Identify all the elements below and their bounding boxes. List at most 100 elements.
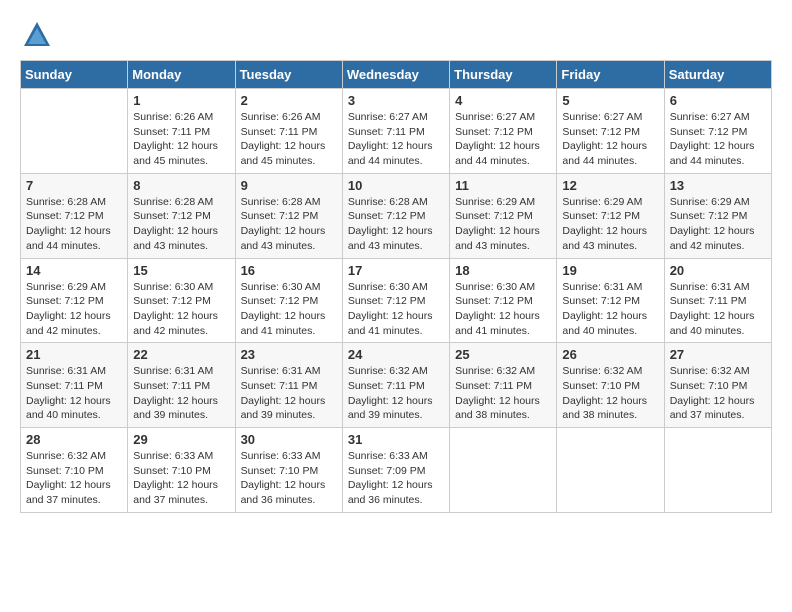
sunset-text: Sunset: 7:12 PM <box>241 210 319 222</box>
sunrise-text: Sunrise: 6:26 AM <box>133 111 213 123</box>
sunset-text: Sunset: 7:12 PM <box>455 126 533 138</box>
daylight-text: Daylight: 12 hours and 44 minutes. <box>455 140 540 167</box>
day-number: 7 <box>26 178 122 193</box>
calendar-cell: 20 Sunrise: 6:31 AM Sunset: 7:11 PM Dayl… <box>664 258 771 343</box>
sunrise-text: Sunrise: 6:32 AM <box>670 365 750 377</box>
calendar-cell: 12 Sunrise: 6:29 AM Sunset: 7:12 PM Dayl… <box>557 173 664 258</box>
calendar-cell: 1 Sunrise: 6:26 AM Sunset: 7:11 PM Dayli… <box>128 89 235 174</box>
calendar-cell: 6 Sunrise: 6:27 AM Sunset: 7:12 PM Dayli… <box>664 89 771 174</box>
sunset-text: Sunset: 7:12 PM <box>455 295 533 307</box>
day-number: 30 <box>241 432 337 447</box>
calendar-cell: 21 Sunrise: 6:31 AM Sunset: 7:11 PM Dayl… <box>21 343 128 428</box>
cell-info: Sunrise: 6:26 AM Sunset: 7:11 PM Dayligh… <box>241 110 337 169</box>
calendar-cell: 26 Sunrise: 6:32 AM Sunset: 7:10 PM Dayl… <box>557 343 664 428</box>
day-number: 20 <box>670 263 766 278</box>
daylight-text: Daylight: 12 hours and 43 minutes. <box>562 225 647 252</box>
day-number: 29 <box>133 432 229 447</box>
sunrise-text: Sunrise: 6:30 AM <box>348 281 428 293</box>
daylight-text: Daylight: 12 hours and 37 minutes. <box>670 395 755 422</box>
sunrise-text: Sunrise: 6:30 AM <box>241 281 321 293</box>
sunset-text: Sunset: 7:12 PM <box>133 295 211 307</box>
calendar-cell <box>557 428 664 513</box>
calendar-cell: 31 Sunrise: 6:33 AM Sunset: 7:09 PM Dayl… <box>342 428 449 513</box>
calendar-cell: 15 Sunrise: 6:30 AM Sunset: 7:12 PM Dayl… <box>128 258 235 343</box>
calendar-cell: 13 Sunrise: 6:29 AM Sunset: 7:12 PM Dayl… <box>664 173 771 258</box>
day-number: 19 <box>562 263 658 278</box>
daylight-text: Daylight: 12 hours and 42 minutes. <box>133 310 218 337</box>
day-number: 1 <box>133 93 229 108</box>
header-day: Sunday <box>21 61 128 89</box>
calendar-cell: 11 Sunrise: 6:29 AM Sunset: 7:12 PM Dayl… <box>450 173 557 258</box>
day-number: 14 <box>26 263 122 278</box>
sunrise-text: Sunrise: 6:33 AM <box>133 450 213 462</box>
daylight-text: Daylight: 12 hours and 43 minutes. <box>348 225 433 252</box>
calendar-cell: 8 Sunrise: 6:28 AM Sunset: 7:12 PM Dayli… <box>128 173 235 258</box>
sunset-text: Sunset: 7:09 PM <box>348 465 426 477</box>
sunrise-text: Sunrise: 6:32 AM <box>455 365 535 377</box>
sunrise-text: Sunrise: 6:31 AM <box>133 365 213 377</box>
cell-info: Sunrise: 6:27 AM Sunset: 7:12 PM Dayligh… <box>562 110 658 169</box>
calendar-cell: 23 Sunrise: 6:31 AM Sunset: 7:11 PM Dayl… <box>235 343 342 428</box>
cell-info: Sunrise: 6:31 AM Sunset: 7:11 PM Dayligh… <box>241 364 337 423</box>
cell-info: Sunrise: 6:32 AM Sunset: 7:10 PM Dayligh… <box>562 364 658 423</box>
daylight-text: Daylight: 12 hours and 44 minutes. <box>562 140 647 167</box>
sunrise-text: Sunrise: 6:29 AM <box>562 196 642 208</box>
day-number: 31 <box>348 432 444 447</box>
sunset-text: Sunset: 7:10 PM <box>26 465 104 477</box>
day-number: 27 <box>670 347 766 362</box>
daylight-text: Daylight: 12 hours and 37 minutes. <box>133 479 218 506</box>
calendar-cell <box>21 89 128 174</box>
calendar-week-row: 21 Sunrise: 6:31 AM Sunset: 7:11 PM Dayl… <box>21 343 772 428</box>
cell-info: Sunrise: 6:26 AM Sunset: 7:11 PM Dayligh… <box>133 110 229 169</box>
calendar-cell: 5 Sunrise: 6:27 AM Sunset: 7:12 PM Dayli… <box>557 89 664 174</box>
sunrise-text: Sunrise: 6:30 AM <box>455 281 535 293</box>
sunrise-text: Sunrise: 6:30 AM <box>133 281 213 293</box>
cell-info: Sunrise: 6:28 AM Sunset: 7:12 PM Dayligh… <box>133 195 229 254</box>
sunset-text: Sunset: 7:12 PM <box>241 295 319 307</box>
calendar-cell: 3 Sunrise: 6:27 AM Sunset: 7:11 PM Dayli… <box>342 89 449 174</box>
daylight-text: Daylight: 12 hours and 41 minutes. <box>348 310 433 337</box>
sunset-text: Sunset: 7:11 PM <box>241 126 318 138</box>
calendar-cell: 18 Sunrise: 6:30 AM Sunset: 7:12 PM Dayl… <box>450 258 557 343</box>
day-number: 22 <box>133 347 229 362</box>
sunrise-text: Sunrise: 6:29 AM <box>26 281 106 293</box>
sunset-text: Sunset: 7:11 PM <box>26 380 103 392</box>
daylight-text: Daylight: 12 hours and 40 minutes. <box>26 395 111 422</box>
calendar-cell: 27 Sunrise: 6:32 AM Sunset: 7:10 PM Dayl… <box>664 343 771 428</box>
daylight-text: Daylight: 12 hours and 39 minutes. <box>241 395 326 422</box>
daylight-text: Daylight: 12 hours and 36 minutes. <box>348 479 433 506</box>
sunrise-text: Sunrise: 6:28 AM <box>241 196 321 208</box>
daylight-text: Daylight: 12 hours and 45 minutes. <box>241 140 326 167</box>
sunrise-text: Sunrise: 6:28 AM <box>133 196 213 208</box>
cell-info: Sunrise: 6:32 AM Sunset: 7:10 PM Dayligh… <box>670 364 766 423</box>
sunset-text: Sunset: 7:12 PM <box>348 295 426 307</box>
daylight-text: Daylight: 12 hours and 41 minutes. <box>241 310 326 337</box>
day-number: 28 <box>26 432 122 447</box>
daylight-text: Daylight: 12 hours and 42 minutes. <box>670 225 755 252</box>
cell-info: Sunrise: 6:28 AM Sunset: 7:12 PM Dayligh… <box>348 195 444 254</box>
cell-info: Sunrise: 6:33 AM Sunset: 7:10 PM Dayligh… <box>133 449 229 508</box>
header-day: Tuesday <box>235 61 342 89</box>
daylight-text: Daylight: 12 hours and 43 minutes. <box>455 225 540 252</box>
calendar-cell: 2 Sunrise: 6:26 AM Sunset: 7:11 PM Dayli… <box>235 89 342 174</box>
sunrise-text: Sunrise: 6:31 AM <box>26 365 106 377</box>
logo-icon <box>22 20 52 50</box>
day-number: 21 <box>26 347 122 362</box>
sunset-text: Sunset: 7:11 PM <box>133 126 210 138</box>
daylight-text: Daylight: 12 hours and 43 minutes. <box>241 225 326 252</box>
daylight-text: Daylight: 12 hours and 39 minutes. <box>133 395 218 422</box>
cell-info: Sunrise: 6:31 AM Sunset: 7:12 PM Dayligh… <box>562 280 658 339</box>
cell-info: Sunrise: 6:27 AM Sunset: 7:11 PM Dayligh… <box>348 110 444 169</box>
daylight-text: Daylight: 12 hours and 40 minutes. <box>670 310 755 337</box>
sunrise-text: Sunrise: 6:28 AM <box>348 196 428 208</box>
calendar-cell: 4 Sunrise: 6:27 AM Sunset: 7:12 PM Dayli… <box>450 89 557 174</box>
daylight-text: Daylight: 12 hours and 37 minutes. <box>26 479 111 506</box>
daylight-text: Daylight: 12 hours and 40 minutes. <box>562 310 647 337</box>
day-number: 2 <box>241 93 337 108</box>
cell-info: Sunrise: 6:29 AM Sunset: 7:12 PM Dayligh… <box>455 195 551 254</box>
daylight-text: Daylight: 12 hours and 38 minutes. <box>562 395 647 422</box>
sunset-text: Sunset: 7:12 PM <box>348 210 426 222</box>
calendar-table: SundayMondayTuesdayWednesdayThursdayFrid… <box>20 60 772 513</box>
day-number: 11 <box>455 178 551 193</box>
header-day: Thursday <box>450 61 557 89</box>
